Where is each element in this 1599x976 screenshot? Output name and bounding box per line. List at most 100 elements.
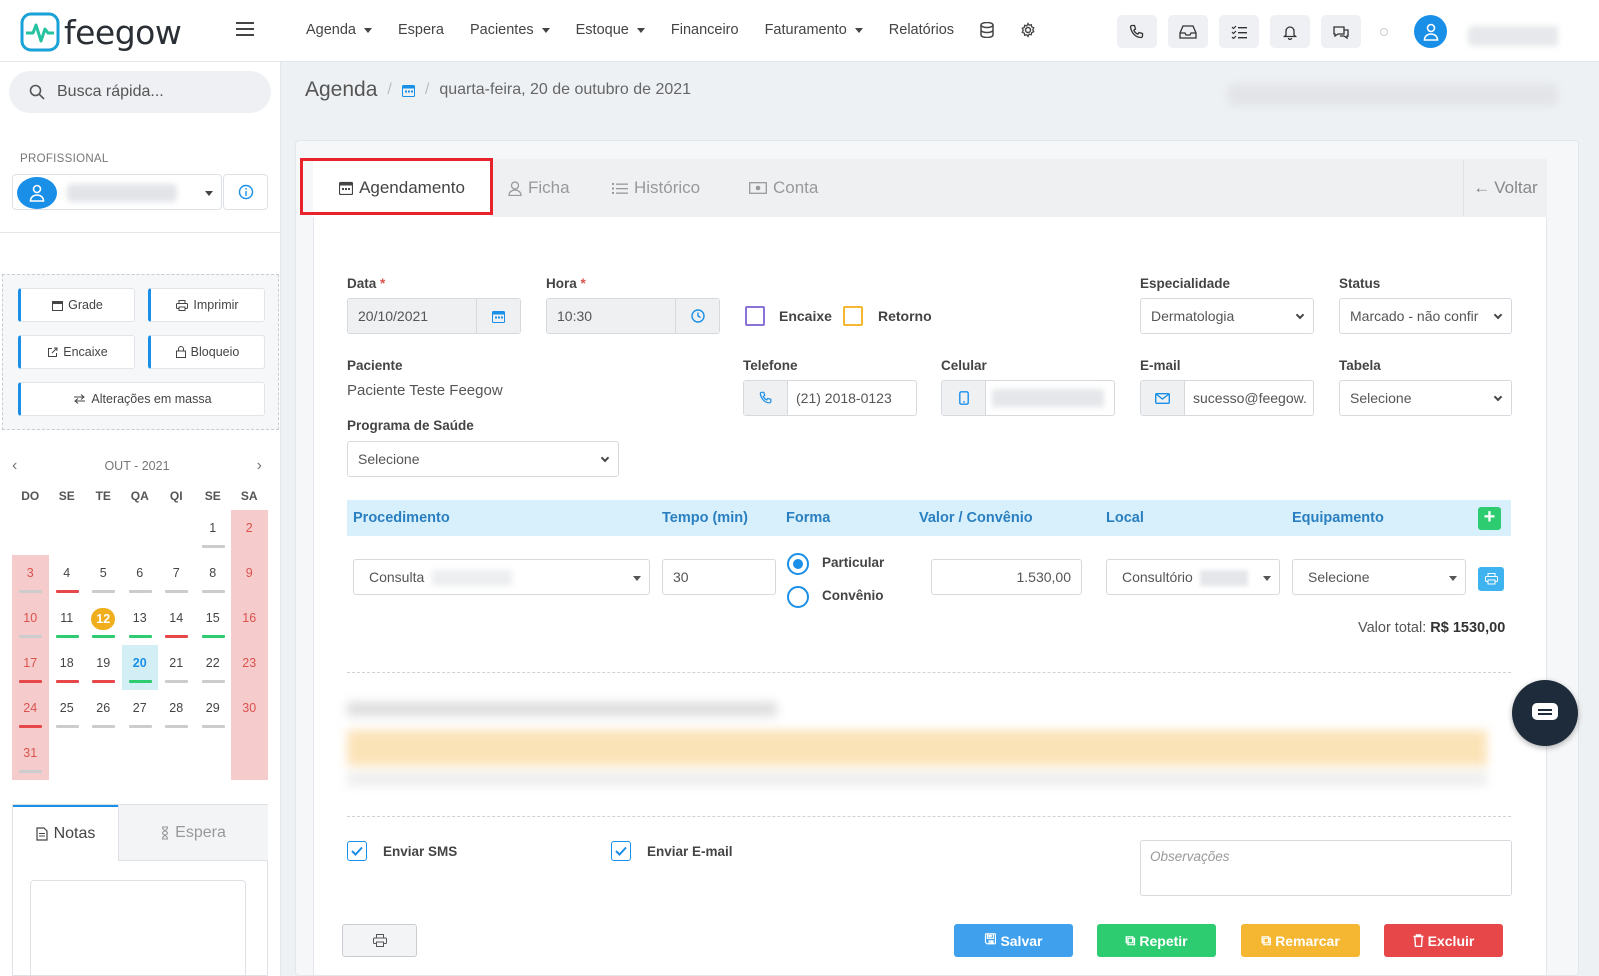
calendar-day[interactable]: 10 [12, 600, 49, 645]
equipamento-select[interactable]: Selecione [1292, 559, 1466, 595]
calendar-day[interactable]: 7 [158, 555, 195, 600]
calendar-day[interactable]: 23 [231, 645, 268, 690]
calendar-day[interactable]: 26 [85, 690, 122, 735]
local-select[interactable]: Consultório [1106, 559, 1280, 595]
salvar-button[interactable]: 🖫 Salvar [954, 924, 1073, 957]
nav-pacientes[interactable]: Pacientes [470, 22, 550, 38]
tab-notas[interactable]: Notas [13, 805, 118, 861]
hora-input[interactable]: 10:30 [546, 298, 720, 334]
calendar-day[interactable]: 18 [49, 645, 86, 690]
calendar-empty [122, 735, 159, 780]
email-input[interactable]: sucesso@feegow. [1140, 380, 1314, 416]
forma-particular-radio[interactable] [787, 553, 809, 575]
tab-ficha[interactable]: Ficha [508, 159, 570, 217]
calendar-day[interactable]: 16 [231, 600, 268, 645]
tempo-input[interactable]: 30 [662, 559, 776, 595]
valor-input[interactable]: 1.530,00 [931, 559, 1082, 595]
calendar-day[interactable]: 28 [158, 690, 195, 735]
tasks-icon[interactable] [1219, 15, 1259, 48]
nav-faturamento[interactable]: Faturamento [765, 22, 863, 38]
calendar-day[interactable]: 1 [195, 510, 232, 555]
calendar-day[interactable]: 4 [49, 555, 86, 600]
calendar-day[interactable]: 14 [158, 600, 195, 645]
calendar-day[interactable]: 5 [85, 555, 122, 600]
feegow-logo[interactable]: feegow [20, 12, 182, 52]
day-marker [201, 680, 225, 683]
calendar-day[interactable]: 20 [121, 645, 158, 690]
next-month-icon[interactable]: › [257, 457, 262, 475]
calendar-day[interactable]: 25 [49, 690, 86, 735]
calendar-day[interactable]: 21 [158, 645, 195, 690]
encaixe-checkbox[interactable] [745, 306, 765, 326]
repetir-button[interactable]: ⧉ Repetir [1097, 924, 1216, 957]
inbox-icon[interactable] [1168, 15, 1208, 48]
nav-relatorios[interactable]: Relatórios [889, 22, 954, 38]
notes-textarea[interactable] [30, 880, 246, 976]
calendar-day[interactable]: 29 [195, 690, 232, 735]
enviar-sms-checkbox[interactable] [347, 841, 367, 861]
bell-icon[interactable] [1270, 15, 1310, 48]
calendar-day[interactable]: 31 [12, 735, 49, 780]
procedimento-select[interactable]: Consulta [353, 559, 650, 595]
phone-icon[interactable] [1117, 15, 1157, 48]
calendar-day[interactable]: 27 [122, 690, 159, 735]
chat-widget-button[interactable] [1512, 680, 1578, 746]
status-select[interactable]: Marcado - não confir [1339, 298, 1512, 334]
calendar-day[interactable]: 3 [12, 555, 49, 600]
grade-button[interactable]: Grade [18, 288, 135, 322]
menu-toggle-icon[interactable] [236, 22, 254, 36]
especialidade-select[interactable]: Dermatologia [1140, 298, 1314, 334]
calendar-icon[interactable] [476, 299, 520, 333]
programa-saude-select[interactable]: Selecione [347, 441, 619, 477]
calendar-day[interactable]: 30 [231, 690, 268, 735]
print-button[interactable] [342, 924, 417, 957]
info-button[interactable] [223, 174, 268, 210]
nav-agenda[interactable]: Agenda [306, 22, 372, 38]
calendar-day[interactable]: 9 [231, 555, 268, 600]
remarcar-button[interactable]: ⧉ Remarcar [1241, 924, 1360, 957]
calendar-day[interactable]: 22 [195, 645, 232, 690]
celular-input[interactable] [941, 380, 1115, 416]
enviar-email-checkbox[interactable] [611, 841, 631, 861]
voltar-button[interactable]: ← Voltar [1463, 160, 1547, 216]
tab-espera[interactable]: Espera [118, 805, 268, 861]
calendar-day[interactable]: 6 [122, 555, 159, 600]
retorno-checkbox[interactable] [843, 306, 863, 326]
nav-financeiro[interactable]: Financeiro [671, 22, 739, 38]
telefone-input[interactable]: (21) 2018-0123 [743, 380, 917, 416]
gear-icon[interactable] [1020, 22, 1036, 38]
alteracoes-em-massa-button[interactable]: Alterações em massa [18, 382, 265, 416]
tab-historico[interactable]: Histórico [612, 159, 700, 217]
encaixe-button[interactable]: Encaixe [18, 335, 135, 369]
chat-icon[interactable] [1321, 15, 1361, 48]
add-procedure-button[interactable]: + [1478, 506, 1501, 530]
bloqueio-button[interactable]: Bloqueio [148, 335, 265, 369]
excluir-button[interactable]: Excluir [1384, 924, 1503, 957]
quick-search[interactable]: Busca rápida... [9, 71, 271, 113]
calendar-day[interactable]: 11 [49, 600, 86, 645]
profissional-select[interactable] [12, 174, 222, 210]
data-input[interactable]: 20/10/2021 [347, 298, 521, 334]
calendar-day[interactable]: 8 [195, 555, 232, 600]
forma-convenio-radio[interactable] [787, 586, 809, 608]
print-procedure-button[interactable] [1478, 567, 1504, 591]
nav-espera[interactable]: Espera [398, 22, 444, 38]
prev-month-icon[interactable]: ‹ [12, 457, 17, 475]
calendar-day[interactable]: 12 [85, 600, 122, 645]
nav-estoque[interactable]: Estoque [576, 22, 645, 38]
calendar-day[interactable]: 13 [122, 600, 159, 645]
calendar-day[interactable]: 24 [12, 690, 49, 735]
calendar-day[interactable]: 15 [195, 600, 232, 645]
paciente-value[interactable]: Paciente Teste Feegow [347, 382, 503, 399]
database-icon[interactable] [980, 22, 994, 38]
user-avatar[interactable] [1414, 15, 1447, 48]
observacoes-textarea[interactable]: Observações [1140, 840, 1512, 896]
clock-icon[interactable] [675, 299, 719, 333]
calendar-day[interactable]: 17 [12, 645, 49, 690]
imprimir-button[interactable]: Imprimir [148, 288, 265, 322]
calendar-day[interactable]: 2 [231, 510, 268, 555]
tab-conta[interactable]: Conta [749, 159, 818, 217]
tabela-select[interactable]: Selecione [1339, 380, 1512, 416]
calendar-day[interactable]: 19 [85, 645, 122, 690]
day-marker [128, 635, 152, 638]
